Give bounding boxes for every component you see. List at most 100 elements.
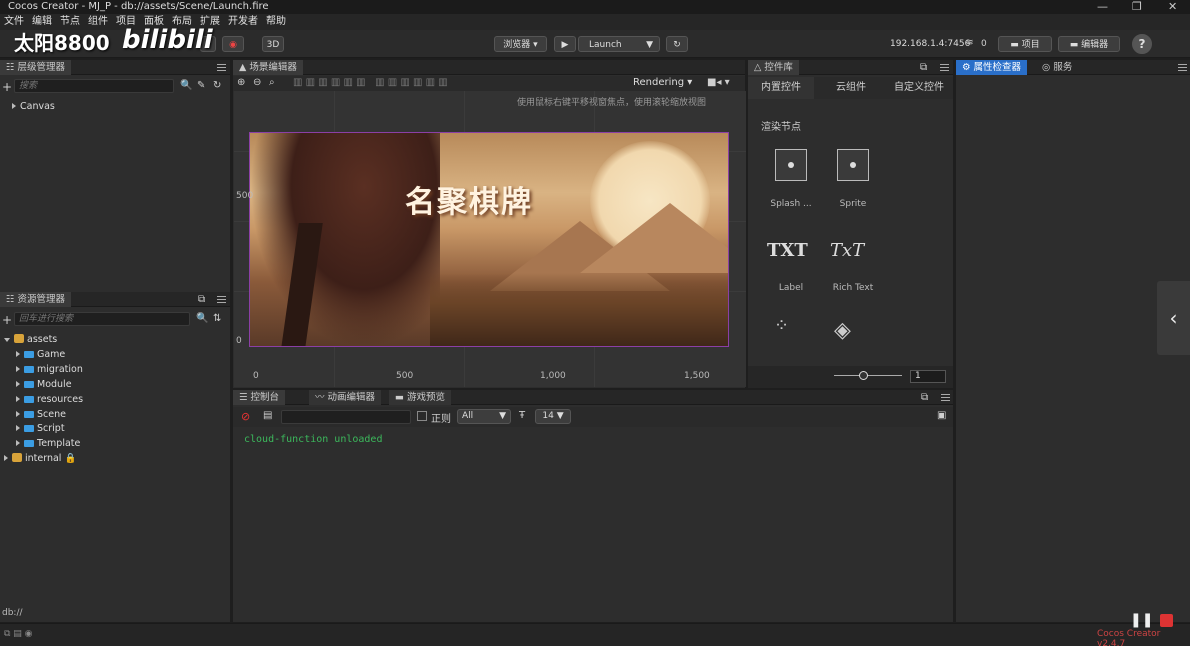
console-filter-input[interactable] — [281, 410, 411, 424]
minimize-icon[interactable]: — — [1097, 0, 1108, 13]
mode-3d-button[interactable]: 3D — [262, 36, 284, 52]
align-tools-icon[interactable]: ▥ ▥ ▥ ▥ ▥ ▥ ▥ ▥ ▥ ▥ ▥ ▥ — [293, 77, 448, 88]
open-log-icon[interactable]: ▤ — [263, 410, 272, 421]
assets-panel: ☷ 资源管理器 ⧉ + 回车进行搜索 🔍 ⇅ assets Game migra… — [0, 292, 230, 622]
richtext-widget-icon[interactable]: TxT — [830, 240, 864, 261]
popout-icon[interactable]: ⧉ — [198, 294, 205, 305]
menu-icon[interactable] — [217, 296, 226, 303]
hierarchy-search-input[interactable]: 搜索 — [14, 79, 174, 93]
maximize-icon[interactable]: ❐ — [1132, 0, 1142, 13]
sprite-widget-icon[interactable] — [837, 149, 869, 181]
particle-widget-icon[interactable]: ⁘ — [774, 315, 789, 336]
search-icon[interactable]: 🔍 — [196, 313, 208, 324]
label-widget-icon[interactable]: TXT — [767, 240, 808, 261]
menu-developer[interactable]: 开发者 — [224, 14, 262, 30]
refresh-icon[interactable]: ↻ — [213, 80, 221, 91]
zoom-in-icon[interactable]: ⊕ — [237, 77, 245, 88]
zoom-value-input[interactable]: 1 — [910, 370, 946, 383]
open-editor-button[interactable]: ▬ 编辑器 — [1058, 36, 1120, 52]
zoom-slider-track[interactable] — [834, 375, 902, 376]
tab-inspector[interactable]: ⚙ 属性检查器 — [956, 60, 1028, 75]
popout-icon[interactable]: ⧉ — [920, 62, 927, 73]
widget-label: Splash ... — [770, 199, 812, 209]
expand-icon[interactable] — [16, 396, 20, 402]
collapse-icon[interactable]: ▣ — [937, 410, 946, 421]
add-asset-icon[interactable]: + — [2, 313, 12, 327]
collapse-icon[interactable] — [4, 338, 10, 342]
splash-image[interactable]: 名聚棋牌 — [249, 132, 729, 347]
regex-checkbox[interactable] — [417, 411, 427, 421]
expand-icon[interactable] — [12, 103, 16, 109]
tree-folder[interactable]: migration — [16, 364, 83, 376]
scene-select[interactable]: Launch ▼ — [578, 36, 660, 52]
tree-node-canvas[interactable]: Canvas — [12, 101, 55, 113]
zoom-reset-icon[interactable]: ⌕ — [269, 77, 275, 88]
expand-icon[interactable] — [16, 411, 20, 417]
rendering-select[interactable]: Rendering ▾ — [633, 77, 692, 88]
ruler-x-label: 0 — [253, 371, 259, 381]
log-level-select[interactable]: All ▼ — [457, 409, 511, 424]
scene-viewport[interactable]: 使用鼠标右键平移视窗焦点，使用滚轮缩放视图 名聚棋牌 500 0 0 500 1… — [234, 91, 746, 387]
tab-scene[interactable]: ▲ 场景编辑器 — [233, 60, 303, 75]
assets-search-input[interactable]: 回车进行搜索 — [14, 312, 190, 326]
tab-widgets[interactable]: △ 控件库 — [748, 60, 799, 75]
search-icon[interactable]: 🔍 — [180, 80, 192, 91]
tab-cloud-components[interactable]: 云组件 — [818, 77, 884, 99]
expand-icon[interactable] — [16, 381, 20, 387]
tiledmap-widget-icon[interactable]: ◈ — [834, 318, 851, 343]
collapse-sidebar-icon[interactable]: ‹ — [1157, 281, 1190, 355]
stop-icon[interactable]: ◉ — [222, 36, 244, 52]
zoom-slider-handle[interactable] — [859, 371, 868, 380]
open-project-button[interactable]: ▬ 项目 — [998, 36, 1052, 52]
menu-icon[interactable] — [940, 64, 949, 71]
tab-hierarchy[interactable]: ☷ 层级管理器 — [0, 60, 72, 75]
tree-assets-root[interactable]: assets — [4, 334, 57, 346]
gear-icon: ⚙ — [962, 62, 974, 73]
splash-widget-icon[interactable] — [775, 149, 807, 181]
camera-icon[interactable]: ■◂ ▾ — [707, 77, 730, 88]
tree-internal-root[interactable]: internal 🔒 — [4, 453, 76, 465]
eye-icon: ◎ — [1042, 62, 1054, 73]
font-size-select[interactable]: 14 ▼ — [535, 409, 571, 424]
tab-assets[interactable]: ☷ 资源管理器 — [0, 292, 72, 307]
expand-icon[interactable] — [16, 366, 20, 372]
tab-custom-widgets[interactable]: 自定义控件 — [886, 77, 952, 99]
browser-select[interactable]: 浏览器 ▾ — [494, 36, 547, 52]
pause-icon[interactable]: ❚❚ — [1130, 612, 1153, 628]
menu-help[interactable]: 帮助 — [262, 14, 290, 30]
tab-animation[interactable]: 〰 动画编辑器 — [309, 390, 382, 405]
locate-icon[interactable]: ✎ — [197, 80, 205, 91]
widget-tabs: 内置控件 云组件 自定义控件 — [748, 77, 953, 99]
expand-icon[interactable] — [16, 425, 20, 431]
add-node-icon[interactable]: + — [2, 80, 12, 94]
help-button[interactable]: ? — [1132, 34, 1152, 54]
popout-icon[interactable]: ⧉ — [921, 392, 928, 403]
zoom-out-icon[interactable]: ⊖ — [253, 77, 261, 88]
refresh-icon[interactable]: ↻ — [666, 36, 688, 52]
expand-icon[interactable] — [16, 351, 20, 357]
play-icon[interactable]: ▶ — [554, 36, 576, 52]
tab-console[interactable]: ☰ 控制台 — [233, 390, 286, 405]
expand-icon[interactable] — [16, 440, 20, 446]
clear-icon[interactable]: ⊘ — [241, 410, 250, 423]
expand-icon[interactable] — [4, 455, 8, 461]
close-icon[interactable]: ✕ — [1168, 0, 1177, 13]
tree-folder[interactable]: Scene — [16, 409, 66, 421]
tab-services[interactable]: ◎ 服务 — [1036, 60, 1078, 75]
preview-ip: 192.168.1.4:7456 — [890, 39, 971, 49]
tree-folder[interactable]: resources — [16, 394, 83, 406]
tab-game-preview[interactable]: ▬ 游戏预览 — [389, 390, 452, 405]
menu-icon[interactable] — [217, 64, 226, 71]
status-icons[interactable]: ⧉ ▤ ◉ — [4, 629, 33, 639]
tree-folder[interactable]: Game — [16, 349, 65, 361]
window-title: Cocos Creator - MJ_P - db://assets/Scene… — [8, 1, 269, 12]
menu-icon[interactable] — [1178, 64, 1187, 71]
tree-folder[interactable]: Module — [16, 379, 72, 391]
tab-builtin-widgets[interactable]: 内置控件 — [748, 77, 814, 99]
tree-folder[interactable]: Template — [16, 438, 80, 450]
record-stop-icon[interactable] — [1160, 614, 1173, 627]
widget-label: Sprite — [839, 199, 867, 209]
sort-icon[interactable]: ⇅ — [213, 313, 221, 324]
menu-icon[interactable] — [941, 394, 950, 401]
tree-folder[interactable]: Script — [16, 423, 65, 435]
